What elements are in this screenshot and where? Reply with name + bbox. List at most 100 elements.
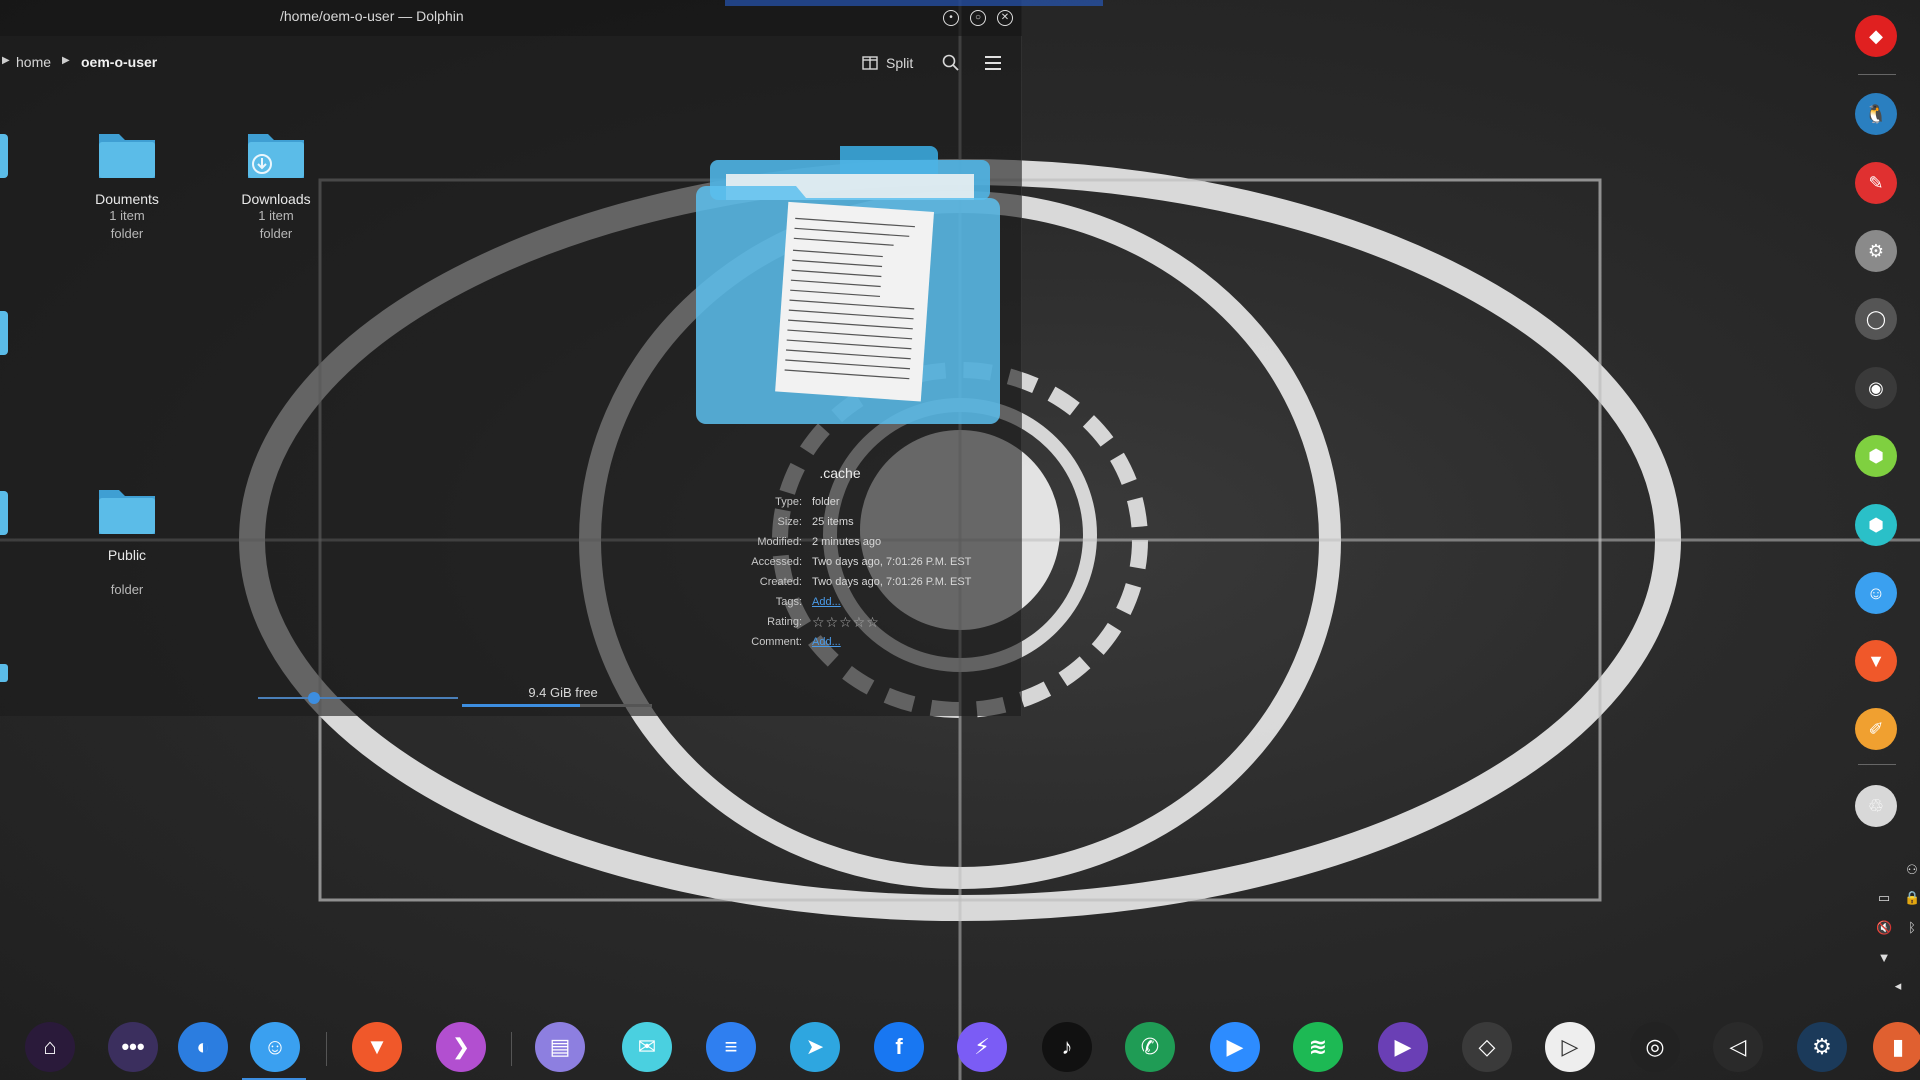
breadcrumb-root-arrow[interactable]: ▶ (2, 55, 10, 66)
info-label: Size: (777, 516, 802, 528)
dock-separator (511, 1032, 512, 1066)
steam-icon[interactable]: ⚙ (1797, 1022, 1847, 1072)
info-label: Accessed: (751, 556, 802, 568)
active-window-strip (725, 0, 1103, 6)
search-icon[interactable] (940, 52, 962, 74)
settings-icon[interactable]: ⚙ (1855, 230, 1897, 272)
linux-penguin-icon[interactable]: 🐧 (1855, 93, 1897, 135)
folder-type: folder (259, 226, 293, 241)
partial-folder-icon[interactable] (0, 305, 10, 361)
finder-icon[interactable]: ☺ (1855, 572, 1897, 614)
info-file-name: .cache (819, 465, 861, 481)
info-row-rating: Rating: ☆☆☆☆☆ (690, 614, 1020, 634)
bluetooth-icon[interactable]: ᛒ (1904, 920, 1920, 936)
folder-type: folder (110, 226, 144, 241)
info-label: Type: (775, 496, 802, 508)
partial-folder-icon[interactable] (0, 128, 10, 184)
folder-public[interactable]: Public folder (62, 482, 192, 599)
telegram-icon[interactable]: ➤ (790, 1022, 840, 1072)
info-label: Modified: (757, 536, 802, 548)
zoom-icon[interactable]: ▶ (1210, 1022, 1260, 1072)
toolbar: ▶ home ▶ oem-o-user Split (0, 46, 1022, 80)
split-button[interactable]: Split (862, 50, 913, 76)
tiktok-icon[interactable]: ♪ (1042, 1022, 1092, 1072)
breadcrumb-separator-icon[interactable]: ▶ (62, 55, 70, 66)
layers-icon[interactable]: ◇ (1462, 1022, 1512, 1072)
information-panel: .cache Type: folder Size: 25 items Modif… (690, 140, 1020, 660)
info-value: 2 minutes ago (812, 536, 882, 548)
info-row-accessed: Accessed: Two days ago, 7:01:26 P.M. EST (690, 556, 1020, 574)
info-label: Created: (759, 576, 802, 588)
rating-stars[interactable]: ☆☆☆☆☆ (812, 614, 880, 631)
chat-icon[interactable]: ◯ (1855, 298, 1897, 340)
user-icon[interactable]: ⚇ (1904, 862, 1920, 878)
whatsapp-icon[interactable]: ✆ (1125, 1022, 1175, 1072)
info-label: Tags: (775, 596, 802, 608)
spotify-icon[interactable]: ≋ (1293, 1022, 1343, 1072)
zoom-slider-handle[interactable] (308, 692, 320, 704)
folder-name: Public (107, 547, 147, 563)
maximize-button[interactable]: ○ (970, 10, 986, 26)
partial-dock-icon[interactable]: ▮ (1873, 1022, 1920, 1072)
play-icon[interactable]: ▷ (1545, 1022, 1595, 1072)
info-row-tags: Tags: Add... (690, 596, 1020, 614)
split-label: Split (886, 55, 914, 71)
more-apps-icon[interactable]: ••• (108, 1022, 158, 1072)
folder-download-icon (248, 134, 304, 178)
notes-icon[interactable]: ✐ (1855, 708, 1897, 750)
partial-folder-icon[interactable] (0, 660, 10, 684)
finder-icon[interactable]: ☺ (250, 1022, 300, 1072)
expand-tray-icon[interactable]: ◂ (1890, 978, 1906, 994)
eagle-app-icon[interactable]: ❯ (436, 1022, 486, 1072)
trash-icon[interactable]: ♲ (1855, 785, 1897, 827)
stremio-icon[interactable]: ▶ (1378, 1022, 1428, 1072)
info-label: Rating: (767, 616, 802, 628)
red-app-icon[interactable]: ✎ (1855, 162, 1897, 204)
info-row-modified: Modified: 2 minutes ago (690, 536, 1020, 554)
folder-type: folder (110, 582, 144, 597)
clipboard-icon[interactable]: ▭ (1876, 890, 1892, 906)
folder-icon (99, 490, 155, 534)
add-tags-link[interactable]: Add... (812, 596, 841, 608)
volume-muted-icon[interactable]: 🔇 (1876, 920, 1892, 936)
folder-count: 1 item (109, 208, 145, 223)
panel-separator (1858, 74, 1896, 75)
folder-name: Douments (95, 191, 159, 207)
folder-documents[interactable]: Douments 1 item folder (62, 126, 192, 243)
mail-icon[interactable]: ✉ (622, 1022, 672, 1072)
bottom-dock: ⌂ ••• ◐ ☺ ▼ ❯ ▤ ✉ ≡ ➤ f ⚡ ♪ ✆ ▶ ≋ ▶ ◇ ▷ ◎ ◁ ⚙ ▮ (0, 1018, 1920, 1080)
right-panel: ◆ 🐧 ✎ ⚙ ◯ ◉ ⬢ ⬢ ☺ ▼ ✐ ♲ ⚇ ▭ 🔒 🔇 ᛒ ▼ ◂ (1848, 0, 1920, 1018)
archive-icon[interactable]: ▤ (535, 1022, 585, 1072)
hamburger-menu-icon[interactable] (982, 52, 1004, 74)
folder-count: 1 item (258, 208, 294, 223)
free-space-label: 9.4 GiB free (528, 685, 598, 700)
folder-name: Downloads (241, 191, 311, 207)
partial-app-icon[interactable]: ◐ (178, 1022, 228, 1072)
info-label: Comment: (751, 636, 802, 648)
cube-teal-icon[interactable]: ⬢ (1855, 504, 1897, 546)
folder-downloads[interactable]: Downloads 1 item folder (211, 126, 341, 243)
keep-above-button[interactable]: • (943, 10, 959, 26)
launcher-icon[interactable]: ⌂ (25, 1022, 75, 1072)
breadcrumb-current[interactable]: oem-o-user (81, 54, 157, 70)
close-button[interactable]: ✕ (997, 10, 1013, 26)
messages-icon[interactable]: ≡ (706, 1022, 756, 1072)
record-icon[interactable]: ◆ (1855, 15, 1897, 57)
lock-icon[interactable]: 🔒 (1904, 890, 1920, 906)
chrome-icon[interactable]: ◉ (1855, 367, 1897, 409)
audio-app-icon[interactable]: ◁ (1713, 1022, 1763, 1072)
brave-icon[interactable]: ▼ (352, 1022, 402, 1072)
wifi-icon[interactable]: ▼ (1876, 950, 1892, 966)
panel-separator (1858, 764, 1896, 765)
obs-icon[interactable]: ◎ (1630, 1022, 1680, 1072)
cube-green-icon[interactable]: ⬢ (1855, 435, 1897, 477)
partial-folder-icon[interactable] (0, 485, 10, 541)
messenger-icon[interactable]: ⚡ (957, 1022, 1007, 1072)
facebook-icon[interactable]: f (874, 1022, 924, 1072)
split-icon (862, 56, 878, 70)
breadcrumb-home[interactable]: home (16, 54, 51, 70)
zoom-slider-track[interactable] (258, 697, 458, 699)
brave-icon[interactable]: ▼ (1855, 640, 1897, 682)
add-comment-link[interactable]: Add... (812, 636, 841, 648)
info-value: folder (812, 496, 840, 508)
